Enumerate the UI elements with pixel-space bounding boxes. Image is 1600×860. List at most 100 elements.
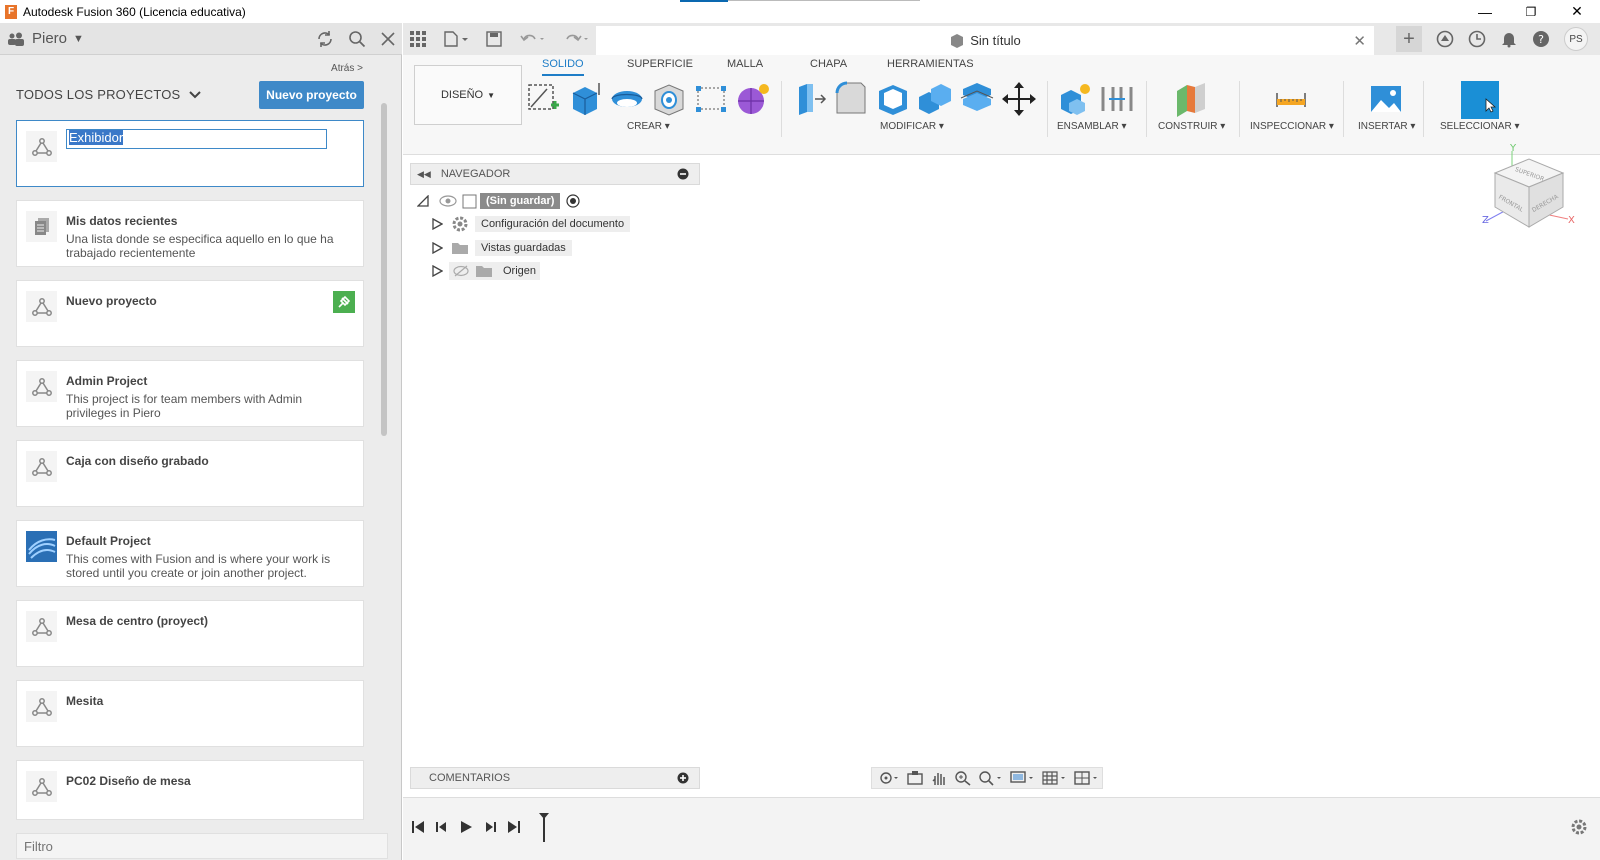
team-selector[interactable]: Piero ▼	[8, 30, 84, 47]
pattern-icon[interactable]	[693, 81, 729, 117]
browser-item-saved-views[interactable]: Vistas guardadas	[431, 238, 572, 258]
combine-icon[interactable]	[917, 81, 953, 117]
create-sketch-icon[interactable]	[525, 81, 561, 117]
file-menu-icon[interactable]	[444, 31, 468, 47]
project-card[interactable]: Mesa de centro (proyect)	[16, 600, 364, 667]
tab-superficie[interactable]: SUPERFICIE	[627, 58, 693, 76]
pan-hand-icon[interactable]	[930, 770, 948, 786]
project-name-input[interactable]: Exhibidor	[66, 129, 327, 149]
project-card[interactable]: PC02 Diseño de mesa	[16, 760, 364, 820]
orbit-icon[interactable]	[878, 770, 900, 786]
new-tab-button[interactable]: +	[1396, 26, 1422, 52]
project-card-recent[interactable]: Mis datos recientes Una lista donde se e…	[16, 200, 364, 267]
go-to-start-icon[interactable]	[411, 820, 425, 834]
fillet-icon[interactable]	[833, 81, 869, 117]
split-body-icon[interactable]	[959, 81, 995, 117]
maximize-button[interactable]: ❐	[1508, 0, 1554, 23]
help-icon[interactable]: ?	[1532, 30, 1550, 48]
close-tab-icon[interactable]: ✕	[1353, 32, 1366, 50]
offset-plane-icon[interactable]	[1173, 81, 1209, 117]
expand-triangle-icon[interactable]	[431, 242, 443, 254]
viewports-icon[interactable]	[1074, 770, 1100, 786]
timeline-marker-icon[interactable]	[537, 812, 551, 842]
group-seleccionar[interactable]: SELECCIONAR ▾	[1440, 121, 1520, 132]
collapse-icon[interactable]: ◀◀	[417, 169, 431, 180]
insert-image-icon[interactable]	[1368, 81, 1404, 117]
project-card[interactable]: Default Project This comes with Fusion a…	[16, 520, 364, 587]
notifications-icon[interactable]	[1500, 30, 1518, 48]
zoom-icon[interactable]	[954, 770, 972, 786]
step-forward-icon[interactable]	[483, 820, 497, 834]
search-icon[interactable]	[348, 30, 366, 48]
tab-solido[interactable]: SOLIDO	[542, 58, 584, 76]
extrude-icon[interactable]	[567, 81, 603, 117]
project-card[interactable]: Nuevo proyecto	[16, 280, 364, 347]
tab-malla[interactable]: MALLA	[727, 58, 763, 76]
user-avatar[interactable]: PS	[1564, 27, 1588, 51]
project-list-scrollbar[interactable]	[381, 103, 387, 436]
minus-circle-icon[interactable]	[677, 168, 689, 180]
undo-icon[interactable]	[520, 31, 546, 47]
close-window-button[interactable]: ✕	[1554, 0, 1600, 23]
play-icon[interactable]	[459, 820, 473, 834]
group-insertar[interactable]: INSERTAR ▾	[1358, 121, 1415, 132]
project-card[interactable]: Caja con diseño grabado	[16, 440, 364, 507]
redo-icon[interactable]	[564, 31, 590, 47]
group-construir[interactable]: CONSTRUIR ▾	[1158, 121, 1225, 132]
refresh-icon[interactable]	[316, 30, 334, 48]
revolve-icon[interactable]	[609, 81, 645, 117]
grid-settings-icon[interactable]	[1042, 770, 1068, 786]
hidden-eye-icon[interactable]	[453, 265, 469, 277]
extensions-icon[interactable]	[1436, 30, 1454, 48]
browser-item-origin[interactable]: Origen	[431, 261, 541, 281]
visibility-eye-icon[interactable]	[439, 195, 457, 207]
shell-icon[interactable]	[875, 81, 911, 117]
press-pull-icon[interactable]	[791, 81, 827, 117]
expand-triangle-icon[interactable]	[431, 265, 443, 277]
fit-icon[interactable]	[978, 770, 1004, 786]
expanded-triangle-icon[interactable]	[417, 195, 429, 207]
new-component-icon[interactable]	[1057, 81, 1093, 117]
tab-herramientas[interactable]: HERRAMIENTAS	[887, 58, 974, 76]
filter-input[interactable]	[16, 833, 388, 859]
group-modificar[interactable]: MODIFICAR ▾	[880, 121, 944, 132]
timeline-settings-gear-icon[interactable]	[1570, 818, 1588, 836]
browser-item-document-settings[interactable]: Configuración del documento	[431, 214, 631, 234]
project-card[interactable]: Admin Project This project is for team m…	[16, 360, 364, 427]
go-to-end-icon[interactable]	[507, 820, 521, 834]
plus-circle-icon[interactable]	[677, 772, 689, 784]
back-link[interactable]: Atrás >	[331, 63, 363, 74]
navigation-bar	[871, 767, 1103, 789]
browser-root-node[interactable]: (Sin guardar)	[417, 191, 581, 211]
document-tab[interactable]: Sin título ✕	[596, 26, 1374, 55]
display-settings-icon[interactable]	[1010, 770, 1036, 786]
select-icon[interactable]	[1461, 81, 1499, 119]
save-icon[interactable]	[486, 31, 502, 47]
project-card[interactable]: Mesita	[16, 680, 364, 747]
job-status-icon[interactable]	[1468, 30, 1486, 48]
comments-panel-header[interactable]: COMENTARIOS	[410, 767, 700, 789]
pin-icon[interactable]	[333, 291, 355, 313]
new-project-button[interactable]: Nuevo proyecto	[259, 81, 364, 109]
move-copy-icon[interactable]	[1001, 81, 1037, 117]
group-ensamblar[interactable]: ENSAMBLAR ▾	[1057, 121, 1127, 132]
measure-icon[interactable]	[1273, 81, 1309, 117]
view-cube[interactable]: Y X Z SUPERIOR FRONTAL DERECHA	[1478, 143, 1578, 243]
create-form-icon[interactable]	[735, 81, 771, 117]
joint-icon[interactable]	[1099, 81, 1135, 117]
all-projects-dropdown[interactable]: TODOS LOS PROYECTOS	[16, 87, 202, 102]
browser-panel-header[interactable]: ◀◀ NAVEGADOR	[410, 163, 700, 185]
group-inspeccionar[interactable]: INSPECCIONAR ▾	[1250, 121, 1334, 132]
close-icon[interactable]	[380, 31, 396, 47]
grid-menu-icon[interactable]	[410, 31, 426, 47]
project-card-editing[interactable]: Exhibidor	[16, 120, 364, 187]
minimize-button[interactable]: —	[1462, 0, 1508, 23]
hole-icon[interactable]	[651, 81, 687, 117]
activate-radio-icon[interactable]	[566, 194, 581, 208]
workspace-selector[interactable]: DISEÑO ▼	[414, 65, 522, 125]
tab-chapa[interactable]: CHAPA	[810, 58, 847, 76]
look-at-icon[interactable]	[906, 770, 924, 786]
expand-triangle-icon[interactable]	[431, 218, 443, 230]
step-back-icon[interactable]	[435, 820, 449, 834]
group-crear[interactable]: CREAR ▾	[627, 121, 670, 132]
